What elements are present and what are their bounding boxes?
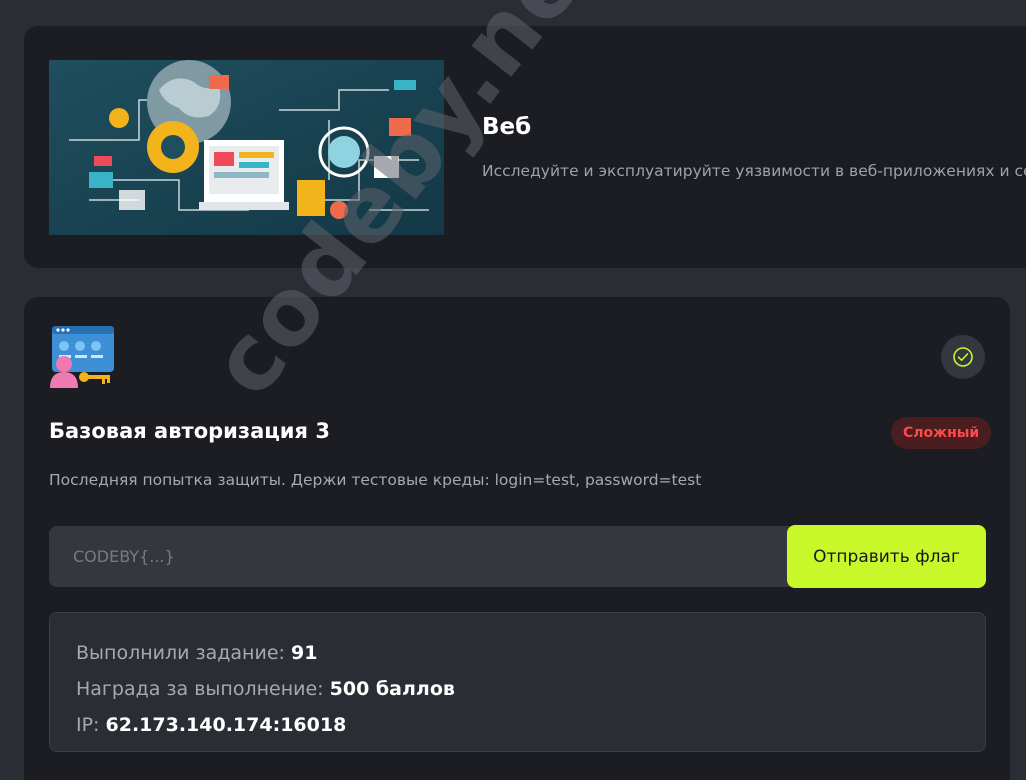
page: Веб Исследуйте и эксплуатируйте уязвимос… [0,0,1026,780]
reward-value: 500 баллов [329,678,455,700]
solved-check-icon [941,335,985,379]
difficulty-badge: Сложный [891,417,992,449]
category-title: Веб [482,114,532,140]
ip-value: 62.173.140.174:16018 [105,714,347,736]
category-banner-image [49,60,444,235]
task-card: Базовая авторизация 3 Сложный Последняя … [24,297,1010,780]
ip-row: IP: 62.173.140.174:16018 [76,707,959,743]
task-title: Базовая авторизация 3 [49,419,330,443]
category-card[interactable]: Веб Исследуйте и эксплуатируйте уязвимос… [24,26,1026,268]
solved-count-row: Выполнили задание: 91 [76,635,959,671]
task-stats: Выполнили задание: 91 Награда за выполне… [49,612,986,752]
solved-count-label: Выполнили задание: [76,642,285,664]
auth-task-icon [50,324,116,388]
solved-count-value: 91 [290,642,318,664]
task-description: Последняя попытка защиты. Держи тестовые… [49,471,702,489]
ip-label: IP: [76,714,100,736]
reward-label: Награда за выполнение: [76,678,324,700]
category-description: Исследуйте и эксплуатируйте уязвимости в… [482,162,1026,180]
submit-flag-button[interactable]: Отправить флаг [787,525,986,588]
flag-input[interactable] [49,526,809,587]
flag-form: Отправить флаг [49,525,986,588]
reward-row: Награда за выполнение: 500 баллов [76,671,959,707]
